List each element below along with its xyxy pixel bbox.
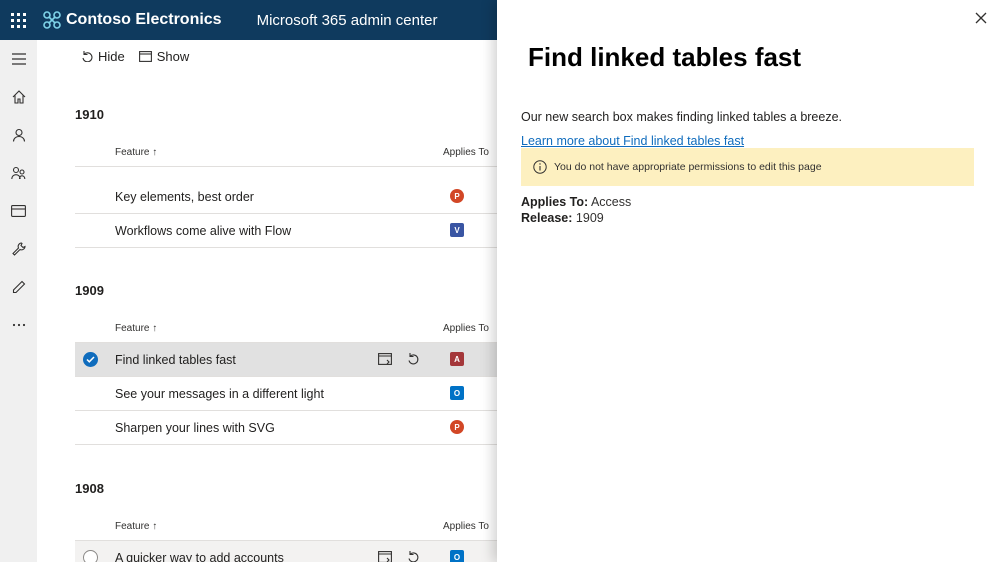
feature-title[interactable]: A quicker way to add accounts (115, 551, 284, 562)
feature-column-header[interactable]: Feature ↑ (115, 521, 157, 532)
hide-button[interactable]: Hide (81, 48, 125, 64)
brand-name[interactable]: Contoso Electronics (66, 11, 222, 29)
learn-more-link[interactable]: Learn more about Find linked tables fast (521, 134, 744, 148)
home-icon (12, 90, 25, 104)
panel-title: Find linked tables fast (528, 42, 802, 72)
row-checkbox-checked[interactable] (83, 352, 98, 367)
section-title: 1910 (75, 107, 104, 122)
table-row[interactable]: A quicker way to add accounts O (75, 541, 497, 562)
groups-icon (11, 166, 26, 180)
show-window-icon[interactable] (378, 353, 392, 365)
more-icon (12, 323, 25, 327)
table-row[interactable]: Workflows come alive with Flow V (75, 214, 497, 248)
show-window-icon[interactable] (378, 551, 392, 562)
column-header: Feature ↑ Applies To (75, 315, 497, 343)
hide-label: Hide (98, 48, 125, 64)
table-row[interactable]: Sharpen your lines with SVG P (75, 411, 497, 445)
feature-title[interactable]: See your messages in a different light (115, 387, 324, 401)
app-launcher-button[interactable] (0, 0, 37, 40)
applies-to-value: Access (590, 195, 632, 209)
nav-billing[interactable] (0, 192, 37, 230)
message-center-list: Hide Show 1910 Feature ↑ Applies To Key … (37, 40, 497, 562)
app-title[interactable]: Microsoft 365 admin center (257, 12, 438, 29)
hamburger-menu-icon (11, 53, 26, 65)
access-icon: A (450, 352, 464, 366)
section-title: 1909 (75, 283, 104, 298)
applies-to-column-header[interactable]: Applies To (443, 147, 489, 158)
nav-customize[interactable] (0, 268, 37, 306)
release-label: Release: (521, 211, 573, 225)
outlook-icon: O (450, 550, 464, 562)
nav-setup[interactable] (0, 230, 37, 268)
user-icon (12, 128, 25, 142)
undo-icon[interactable] (407, 352, 419, 365)
column-header: Feature ↑ Applies To (75, 513, 497, 541)
wrench-icon (11, 242, 26, 256)
nav-more[interactable] (0, 306, 37, 344)
nav-home[interactable] (0, 78, 37, 116)
column-header: Feature ↑ Applies To (75, 139, 497, 167)
feature-title[interactable]: Find linked tables fast (115, 353, 236, 367)
section-title: 1908 (75, 481, 104, 496)
applies-to-column-header[interactable]: Applies To (443, 521, 489, 532)
table-row[interactable]: See your messages in a different light O (75, 377, 497, 411)
show-label: Show (156, 48, 190, 64)
permission-warning-bar: You do not have appropriate permissions … (521, 148, 974, 186)
billing-card-icon (11, 205, 26, 217)
panel-description: Our new search box makes finding linked … (521, 110, 843, 124)
undo-icon (82, 51, 93, 62)
contoso-logo-icon (43, 11, 61, 29)
applies-to-label: Applies To: (521, 195, 589, 209)
powerpoint-icon: P (450, 189, 464, 203)
outlook-icon: O (450, 386, 464, 400)
nav-groups[interactable] (0, 154, 37, 192)
show-window-icon (138, 50, 152, 62)
feature-title[interactable]: Key elements, best order (115, 190, 254, 204)
applies-to-column-header[interactable]: Applies To (443, 323, 489, 334)
applies-to-meta: Applies To: Access (521, 195, 631, 209)
close-icon[interactable] (973, 10, 989, 26)
show-button[interactable]: Show (138, 48, 190, 64)
hamburger-menu-button[interactable] (0, 40, 37, 78)
release-value: 1909 (575, 211, 604, 225)
left-nav-rail (0, 40, 37, 562)
waffle-icon (11, 12, 26, 28)
undo-icon[interactable] (407, 550, 419, 562)
feature-title[interactable]: Workflows come alive with Flow (115, 224, 291, 238)
details-panel: Find linked tables fast Our new search b… (497, 0, 999, 562)
visio-icon: V (450, 223, 464, 237)
row-checkbox[interactable] (83, 550, 98, 562)
powerpoint-icon: P (450, 420, 464, 434)
table-row[interactable]: Key elements, best order P (75, 180, 497, 214)
nav-users[interactable] (0, 116, 37, 154)
info-icon (533, 160, 547, 174)
feature-title[interactable]: Sharpen your lines with SVG (115, 421, 275, 435)
release-meta: Release: 1909 (521, 211, 604, 225)
edit-pen-icon (12, 280, 25, 294)
permission-warning-text: You do not have appropriate permissions … (554, 161, 822, 173)
command-bar: Hide Show (81, 48, 189, 64)
feature-column-header[interactable]: Feature ↑ (115, 323, 157, 334)
feature-column-header[interactable]: Feature ↑ (115, 147, 157, 158)
table-row-selected[interactable]: Find linked tables fast A (75, 343, 497, 377)
